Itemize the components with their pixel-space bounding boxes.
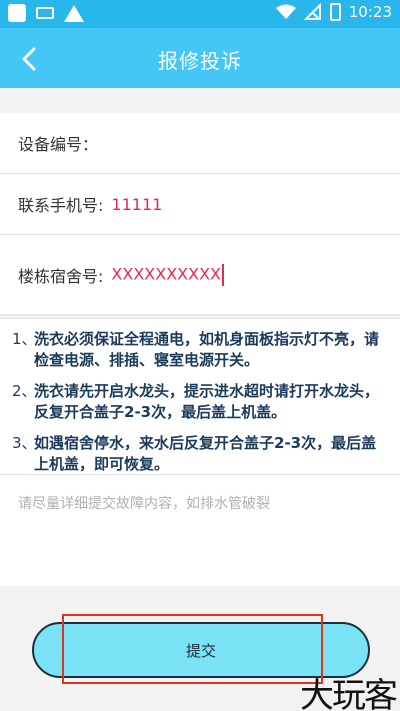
status-bar: 10:23 [0, 0, 400, 28]
watermark: 大玩客 [300, 676, 398, 711]
instruction-item: 2、 洗衣请先开启水龙头，提示进水超时请打开水龙头，反复开合盖子2-3次，最后盖… [12, 382, 380, 421]
dorm-field[interactable]: 楼栋宿舍号: XXXXXXXXXX [0, 235, 400, 315]
device-number-field[interactable]: 设备编号： [0, 113, 400, 174]
square-icon [8, 4, 26, 22]
no-signal-icon [303, 3, 321, 20]
phone-field[interactable]: 联系手机号: 11111 [0, 174, 400, 235]
phone-label: 联系手机号: [18, 196, 104, 215]
instruction-item: 3、 如遇宿舍停水，来水后反复开合盖子2-3次，最后盖上机盖，即可恢复。 [12, 434, 377, 473]
repair-form: 设备编号： 联系手机号: 11111 楼栋宿舍号: XXXXXXXXXX [0, 113, 400, 315]
dorm-value[interactable]: XXXXXXXXXX [111, 263, 225, 286]
status-time: 10:23 [348, 3, 392, 21]
instructions: 1、 洗衣必须保证全程通电，如机身面板指示灯不亮，请检查电源、排插、寝室电源开关… [0, 318, 400, 485]
phone-value[interactable]: 11111 [111, 195, 162, 214]
keyboard-icon [36, 7, 54, 19]
header: 报修投诉 [0, 28, 400, 88]
description-placeholder: 请尽量详细提交故障内容，如排水管破裂 [18, 496, 270, 512]
instruction-item: 1、 洗衣必须保证全程通电，如机身面板指示灯不亮，请检查电源、排插、寝室电源开关… [12, 330, 380, 369]
text-cursor [222, 263, 225, 286]
wifi-icon [275, 4, 296, 19]
warning-icon [64, 4, 84, 22]
device-number-label: 设备编号： [18, 135, 99, 154]
battery-charging-icon [329, 3, 341, 21]
page-title: 报修投诉 [158, 49, 242, 73]
description-textarea[interactable]: 请尽量详细提交故障内容，如排水管破裂 [0, 474, 400, 586]
dorm-label: 楼栋宿舍号: [18, 266, 104, 286]
